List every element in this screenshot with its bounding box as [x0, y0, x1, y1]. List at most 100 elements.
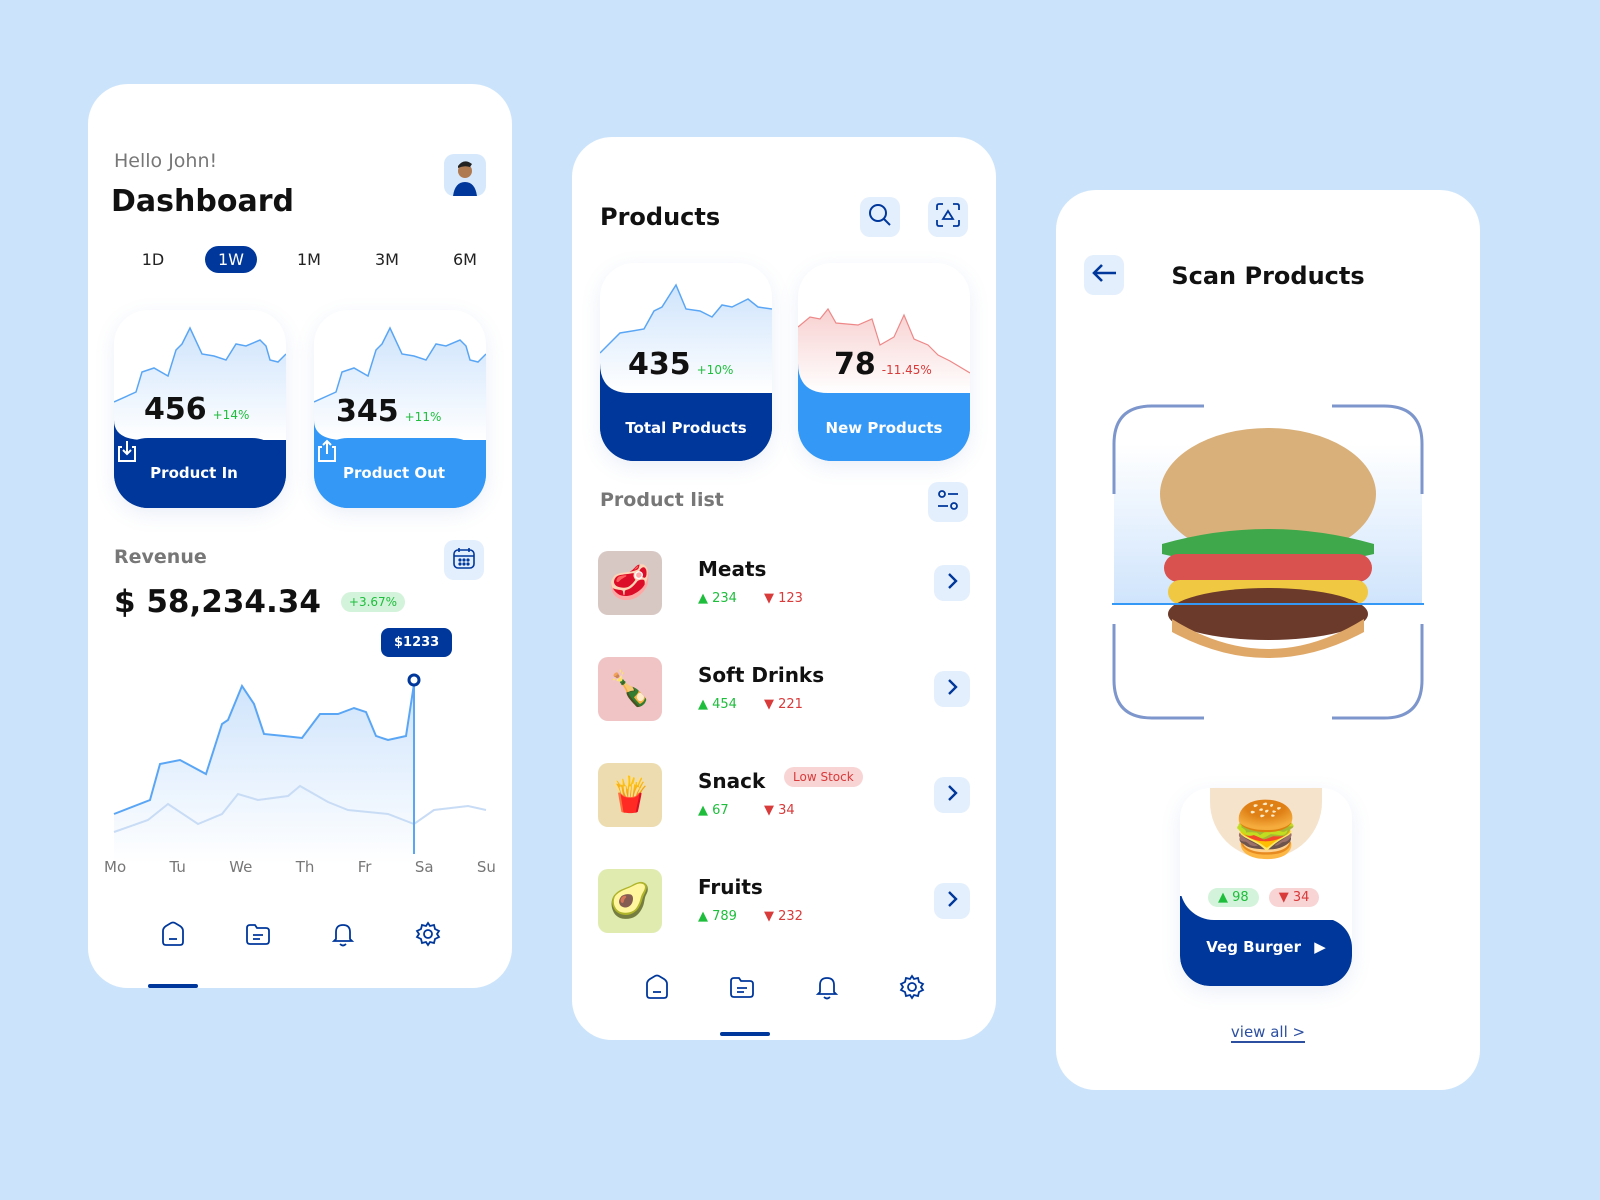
nav-folder-button[interactable] [244, 920, 272, 952]
scan-button[interactable] [928, 197, 968, 237]
play-icon[interactable]: ▶ [1314, 938, 1326, 956]
page-title: Dashboard [111, 184, 294, 219]
range-tab[interactable]: 9 [504, 246, 512, 273]
new-products-label: New Products [798, 395, 970, 461]
product-row[interactable]: 🍟 Snack Low Stock ▲ 67 ▼ 34 [598, 763, 970, 829]
bell-icon [329, 924, 357, 952]
scanned-product-card[interactable]: 🍔 ▲ 98 ▼ 34 Veg Burger ▶ [1180, 788, 1352, 986]
range-tab[interactable]: 6M [426, 246, 504, 273]
stock-in-count: 98 [1232, 890, 1249, 905]
scan-icon [935, 202, 961, 232]
product-thumbnail: 🍾 [598, 657, 662, 721]
product-name: Veg Burger [1206, 938, 1301, 956]
stock-in-badge: ▲ 98 [1208, 888, 1259, 907]
new-products-card[interactable]: 78 -11.45% New Products [798, 263, 970, 461]
stock-out-count: 34 [1292, 890, 1310, 905]
nav-gear-button[interactable] [898, 973, 926, 1005]
nav-bell-button[interactable] [813, 973, 841, 1005]
product-thumbnail: 🥑 [598, 869, 662, 933]
home-icon [643, 974, 671, 1005]
nav-folder-button[interactable] [728, 973, 756, 1005]
filter-icon [935, 487, 961, 517]
search-button[interactable] [860, 197, 900, 237]
product-in-change: +14% [212, 408, 250, 422]
revenue-amount: $ 58,234.34 [114, 584, 321, 620]
products-screen: Products 435 +10% Total Products 78 -11.45… [572, 137, 996, 1040]
product-thumbnail: 🍟 [598, 763, 662, 827]
stock-in-value: 454 [712, 697, 737, 712]
product-thumbnail: 🥩 [598, 551, 662, 615]
product-name: Fruits [698, 875, 763, 899]
total-products-change: +10% [696, 363, 734, 377]
day-label: Fr [357, 858, 372, 876]
page-title: Products [600, 203, 721, 231]
open-product-button[interactable] [934, 565, 970, 601]
open-product-button[interactable] [934, 671, 970, 707]
day-axis: Mo Tu We Th Fr Sa Su [104, 858, 496, 876]
open-product-button[interactable] [934, 883, 970, 919]
range-tab[interactable]: 3M [348, 246, 426, 273]
gear-icon [898, 974, 926, 1005]
product-name: Soft Drinks [698, 663, 825, 687]
open-product-button[interactable] [934, 777, 970, 813]
scan-screen: Scan Products 🍔 ▲ 98 ▼ 34 Veg Burger ▶ v… [1056, 190, 1480, 1090]
revenue-label: Revenue [114, 546, 207, 568]
stock-in-count: ▲ 454 [698, 697, 737, 712]
folder-icon [728, 977, 756, 1005]
dashboard-screen: Hello John! Dashboard 1D 1W 1M3M6M9 456 +14… [88, 84, 512, 988]
low-stock-badge: Low Stock [784, 767, 863, 787]
nav-home-button[interactable] [643, 973, 671, 1005]
range-tab[interactable]: 1D [114, 246, 192, 273]
day-label: We [229, 858, 253, 876]
stock-out-value: 221 [778, 697, 803, 712]
stock-out-count: ▼ 123 [764, 591, 803, 606]
product-out-card[interactable]: 345 +11% Product Out [314, 310, 486, 508]
total-products-label: Total Products [600, 395, 772, 461]
selected-point[interactable] [407, 673, 421, 687]
day-label: Tu [169, 858, 186, 876]
chevron-right-icon [943, 677, 961, 701]
product-row[interactable]: 🥩 Meats ▲ 234 ▼ 123 [598, 551, 970, 617]
nav-home-button[interactable] [159, 920, 187, 952]
product-row[interactable]: 🍾 Soft Drinks ▲ 454 ▼ 221 [598, 657, 970, 723]
active-nav-indicator [720, 1032, 770, 1036]
active-nav-indicator [148, 984, 198, 988]
gear-icon [414, 921, 442, 952]
burger-image: 🍔 [1232, 798, 1300, 861]
stock-in-value: 67 [712, 803, 729, 818]
range-tabs: 1D 1W 1M3M6M9 [114, 246, 512, 273]
bell-icon [813, 977, 841, 1005]
stock-in-count: ▲ 67 [698, 803, 729, 818]
folder-icon [244, 924, 272, 952]
nav-gear-button[interactable] [414, 920, 442, 952]
range-tab[interactable]: 1M [270, 246, 348, 273]
scan-frame [1112, 404, 1424, 720]
revenue-tooltip: $1233 [381, 628, 453, 657]
stock-out-badge: ▼ 34 [1268, 888, 1320, 907]
nav-bell-button[interactable] [329, 920, 357, 952]
product-name: Meats [698, 557, 767, 581]
view-all-link[interactable]: view all > [1230, 1023, 1306, 1043]
range-tab[interactable]: 1W [205, 246, 257, 273]
product-in-card[interactable]: 456 +14% Product In [114, 310, 286, 508]
day-label: Mo [104, 858, 127, 876]
chevron-right-icon [943, 889, 961, 913]
stock-out-count: ▼ 221 [764, 697, 803, 712]
filter-button[interactable] [928, 482, 968, 522]
stock-out-count: ▼ 232 [764, 909, 803, 924]
product-name: Snack [698, 769, 766, 793]
new-products-value: 78 [834, 347, 876, 382]
bottom-nav [614, 973, 954, 1005]
product-list-title: Product list [600, 489, 724, 511]
revenue-change: +3.67% [340, 592, 406, 612]
new-products-change: -11.45% [881, 363, 932, 377]
total-products-value: 435 [628, 347, 691, 382]
avatar[interactable] [444, 154, 486, 196]
calendar-icon [451, 545, 477, 575]
product-row[interactable]: 🥑 Fruits ▲ 789 ▼ 232 [598, 869, 970, 935]
stock-in-count: ▲ 789 [698, 909, 737, 924]
calendar-button[interactable] [444, 540, 484, 580]
day-label: Th [295, 858, 315, 876]
total-products-card[interactable]: 435 +10% Total Products [600, 263, 772, 461]
day-label: Sa [414, 858, 434, 876]
